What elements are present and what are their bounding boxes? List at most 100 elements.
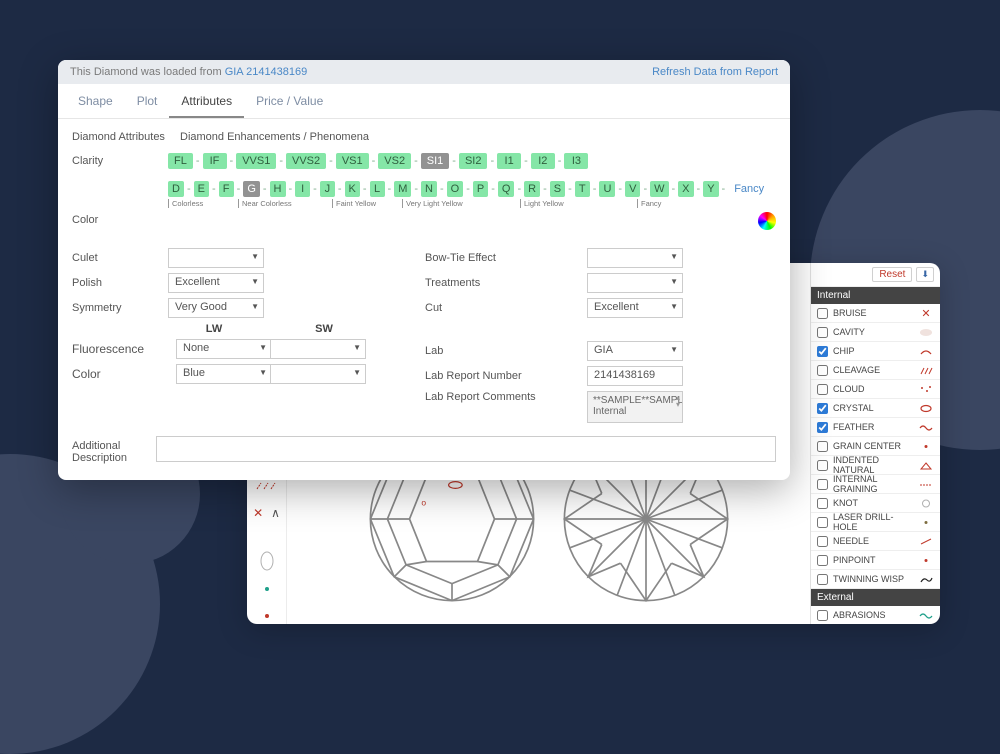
inclusion-checkbox[interactable] bbox=[817, 555, 828, 566]
additional-desc-textarea[interactable] bbox=[156, 436, 776, 462]
inclusion-symbol-icon bbox=[918, 556, 934, 565]
inclusion-checkbox[interactable] bbox=[817, 327, 828, 338]
inclusion-checkbox[interactable] bbox=[817, 498, 828, 509]
clarity-grade-si1[interactable]: SI1 bbox=[421, 153, 450, 169]
color-grade-f[interactable]: F bbox=[219, 181, 234, 197]
treatments-select[interactable] bbox=[587, 273, 683, 293]
inclusion-crystal[interactable]: CRYSTAL bbox=[811, 399, 940, 418]
inclusion-pinpoint[interactable]: PINPOINT bbox=[811, 551, 940, 570]
inclusion-cleavage[interactable]: CLEAVAGE bbox=[811, 361, 940, 380]
color-grade-j[interactable]: J bbox=[320, 181, 335, 197]
color-grade-q[interactable]: Q bbox=[498, 181, 515, 197]
tab-shape[interactable]: Shape bbox=[66, 84, 125, 118]
inclusion-checkbox[interactable] bbox=[817, 384, 828, 395]
download-button[interactable]: ⬇ bbox=[916, 267, 934, 282]
color-grade-p[interactable]: P bbox=[473, 181, 488, 197]
color-grade-x[interactable]: X bbox=[678, 181, 693, 197]
tool-x[interactable]: ✕∧ bbox=[253, 506, 281, 522]
color-grade-k[interactable]: K bbox=[345, 181, 360, 197]
inclusion-checkbox[interactable] bbox=[817, 441, 828, 452]
inclusion-checkbox[interactable] bbox=[817, 479, 828, 490]
color-grade-s[interactable]: S bbox=[550, 181, 565, 197]
color-sw-select[interactable] bbox=[270, 364, 366, 384]
culet-select[interactable] bbox=[168, 248, 264, 268]
clarity-grade-si2[interactable]: SI2 bbox=[459, 153, 488, 169]
color-grade-d[interactable]: D bbox=[168, 181, 184, 197]
tab-attributes[interactable]: Attributes bbox=[169, 84, 244, 118]
color-grade-r[interactable]: R bbox=[524, 181, 540, 197]
color-grade-h[interactable]: H bbox=[270, 181, 286, 197]
color-grade-o[interactable]: O bbox=[447, 181, 464, 197]
inclusion-checkbox[interactable] bbox=[817, 460, 828, 471]
inclusion-laser-drill-hole[interactable]: LASER DRILL-HOLE bbox=[811, 513, 940, 532]
clarity-grade-vvs2[interactable]: VVS2 bbox=[286, 153, 326, 169]
color-grade-i[interactable]: I bbox=[295, 181, 310, 197]
inclusion-checkbox[interactable] bbox=[817, 403, 828, 414]
inclusion-checkbox[interactable] bbox=[817, 517, 828, 528]
labcomments-textarea[interactable]: **SAMPLE**SAMPLE**SAMPLE**SAMPLE** Inter… bbox=[587, 391, 683, 423]
inclusion-checkbox[interactable] bbox=[817, 574, 828, 585]
lab-select[interactable]: GIA bbox=[587, 341, 683, 361]
clarity-grade-vvs1[interactable]: VVS1 bbox=[236, 153, 276, 169]
clarity-grade-if[interactable]: IF bbox=[203, 153, 227, 169]
color-lw-select[interactable]: Blue bbox=[176, 364, 272, 384]
clarity-grade-vs1[interactable]: VS1 bbox=[336, 153, 369, 169]
clarity-grade-vs2[interactable]: VS2 bbox=[378, 153, 411, 169]
inclusion-twinning-wisp[interactable]: TWINNING WISP bbox=[811, 570, 940, 589]
tool-dashes[interactable] bbox=[253, 478, 281, 494]
color-grade-t[interactable]: T bbox=[575, 181, 590, 197]
inclusion-cavity[interactable]: CAVITY bbox=[811, 323, 940, 342]
clarity-grade-fl[interactable]: FL bbox=[168, 153, 193, 169]
internal-section-header: Internal bbox=[811, 287, 940, 304]
additional-desc-label: Additional Description bbox=[72, 436, 156, 464]
reset-button[interactable]: Reset bbox=[872, 267, 912, 282]
inclusion-bruise[interactable]: BRUISE✕ bbox=[811, 304, 940, 323]
color-grade-w[interactable]: W bbox=[650, 181, 668, 197]
inclusion-internal-graining[interactable]: INTERNAL GRAINING bbox=[811, 475, 940, 494]
inclusion-feather[interactable]: FEATHER bbox=[811, 418, 940, 437]
color-grade-l[interactable]: L bbox=[370, 181, 385, 197]
inclusion-knot[interactable]: KNOT bbox=[811, 494, 940, 513]
refresh-data-link[interactable]: Refresh Data from Report bbox=[652, 66, 778, 78]
inclusion-label: FEATHER bbox=[833, 422, 874, 432]
color-grade-u[interactable]: U bbox=[599, 181, 615, 197]
gia-source-link[interactable]: GIA 2141438169 bbox=[225, 66, 308, 78]
inclusion-abrasions[interactable]: ABRASIONS bbox=[811, 606, 940, 624]
tool-dot-red[interactable] bbox=[253, 609, 281, 625]
inclusion-checkbox[interactable] bbox=[817, 308, 828, 319]
color-grade-y[interactable]: Y bbox=[703, 181, 718, 197]
color-grade-v[interactable]: V bbox=[625, 181, 640, 197]
inclusion-checkbox[interactable] bbox=[817, 422, 828, 433]
inclusion-needle[interactable]: NEEDLE bbox=[811, 532, 940, 551]
inclusion-indented-natural[interactable]: INDENTED NATURAL bbox=[811, 456, 940, 475]
color-grade-fancy[interactable]: Fancy bbox=[728, 181, 770, 197]
tab-price-value[interactable]: Price / Value bbox=[244, 84, 335, 118]
polish-select[interactable]: Excellent bbox=[168, 273, 264, 293]
cut-select[interactable]: Excellent bbox=[587, 298, 683, 318]
color-grade-n[interactable]: N bbox=[421, 181, 437, 197]
inclusion-grain-center[interactable]: GRAIN CENTER bbox=[811, 437, 940, 456]
inclusion-label: CLOUD bbox=[833, 384, 865, 394]
fluor-lw-select[interactable]: None bbox=[176, 339, 272, 359]
labnum-input[interactable]: 2141438169 bbox=[587, 366, 683, 386]
color-grade-m[interactable]: M bbox=[394, 181, 411, 197]
tool-dot-green[interactable] bbox=[253, 581, 281, 597]
clarity-grade-i2[interactable]: I2 bbox=[531, 153, 555, 169]
color-grade-g[interactable]: G bbox=[243, 181, 260, 197]
inclusion-checkbox[interactable] bbox=[817, 365, 828, 376]
symmetry-select[interactable]: Very Good bbox=[168, 298, 264, 318]
tab-plot[interactable]: Plot bbox=[125, 84, 170, 118]
inclusion-checkbox[interactable] bbox=[817, 346, 828, 357]
inclusion-symbol-icon bbox=[918, 328, 934, 337]
inclusion-chip[interactable]: CHIP bbox=[811, 342, 940, 361]
inclusion-checkbox[interactable] bbox=[817, 610, 828, 621]
fluor-sw-select[interactable] bbox=[270, 339, 366, 359]
clarity-grade-i1[interactable]: I1 bbox=[497, 153, 521, 169]
clarity-grade-i3[interactable]: I3 bbox=[564, 153, 588, 169]
inclusion-cloud[interactable]: CLOUD bbox=[811, 380, 940, 399]
color-wheel-icon[interactable] bbox=[758, 212, 776, 230]
bowtie-select[interactable] bbox=[587, 248, 683, 268]
inclusion-checkbox[interactable] bbox=[817, 536, 828, 547]
color-grade-e[interactable]: E bbox=[194, 181, 209, 197]
tool-oval[interactable] bbox=[253, 553, 281, 569]
